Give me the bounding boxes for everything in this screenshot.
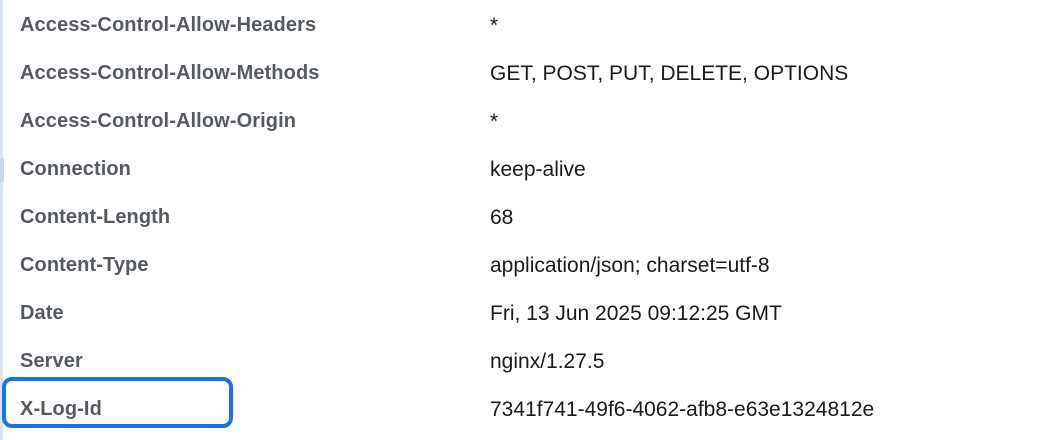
header-row-content-length: Content-Length 68 (0, 194, 1040, 242)
header-name[interactable]: Content-Length (20, 206, 170, 229)
header-row-access-control-allow-origin: Access-Control-Allow-Origin * (0, 98, 1040, 146)
header-value[interactable]: application/json; charset=utf-8 (490, 254, 770, 278)
header-row-server: Server nginx/1.27.5 (0, 338, 1040, 386)
header-name[interactable]: Access-Control-Allow-Headers (20, 14, 316, 37)
header-value[interactable]: * (490, 14, 498, 38)
header-row-access-control-allow-methods: Access-Control-Allow-Methods GET, POST, … (0, 50, 1040, 98)
header-value[interactable]: Fri, 13 Jun 2025 09:12:25 GMT (490, 302, 782, 326)
header-row-connection: Connection keep-alive (0, 146, 1040, 194)
header-row-access-control-allow-headers: Access-Control-Allow-Headers * (0, 2, 1040, 50)
header-name[interactable]: Access-Control-Allow-Origin (20, 110, 296, 133)
header-value[interactable]: 7341f741-49f6-4062-afb8-e63e1324812e (490, 398, 874, 422)
header-name[interactable]: Server (20, 350, 83, 373)
header-value[interactable]: 68 (490, 206, 513, 230)
header-row-x-log-id: X-Log-Id 7341f741-49f6-4062-afb8-e63e132… (0, 386, 1040, 434)
header-name[interactable]: Access-Control-Allow-Methods (20, 62, 319, 85)
header-name[interactable]: X-Log-Id (20, 398, 102, 421)
header-name[interactable]: Content-Type (20, 254, 149, 277)
header-value[interactable]: * (490, 110, 498, 134)
header-row-content-type: Content-Type application/json; charset=u… (0, 242, 1040, 290)
header-row-date: Date Fri, 13 Jun 2025 09:12:25 GMT (0, 290, 1040, 338)
header-value[interactable]: nginx/1.27.5 (490, 350, 604, 374)
response-headers-panel: Access-Control-Allow-Headers * Access-Co… (0, 0, 1040, 440)
header-name[interactable]: Connection (20, 158, 131, 181)
header-value[interactable]: keep-alive (490, 158, 586, 182)
header-value[interactable]: GET, POST, PUT, DELETE, OPTIONS (490, 62, 848, 86)
header-name[interactable]: Date (20, 302, 64, 325)
